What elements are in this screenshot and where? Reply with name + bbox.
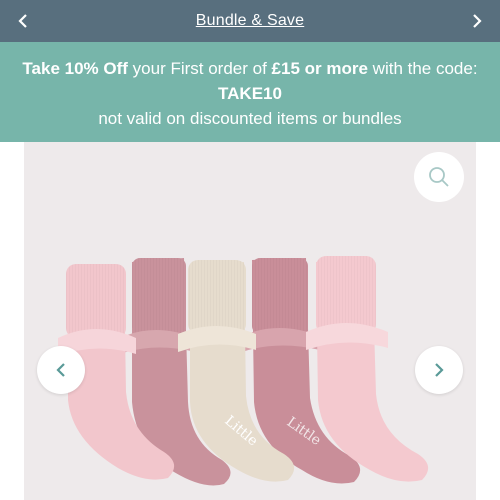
chevron-right-icon — [473, 14, 482, 28]
promo-discount: Take 10% Off — [22, 59, 128, 78]
gallery-prev-button[interactable] — [37, 346, 85, 394]
announcement-title-link[interactable]: Bundle & Save — [196, 12, 304, 30]
promo-line: Take 10% Off your First order of £15 or … — [0, 56, 500, 106]
search-icon — [429, 167, 449, 187]
chevron-left-icon — [18, 14, 27, 28]
promo-threshold: £15 or more — [271, 59, 368, 78]
promo-subtext: not valid on discounted items or bundles — [98, 109, 402, 128]
promo-banner: Take 10% Off your First order of £15 or … — [0, 42, 500, 142]
announcement-next-button[interactable] — [456, 0, 498, 42]
announcement-bar: Bundle & Save — [0, 0, 500, 42]
chevron-right-icon — [435, 363, 444, 377]
announcement-prev-button[interactable] — [2, 0, 44, 42]
promo-text-1: your First order of — [127, 59, 272, 78]
chevron-left-icon — [56, 363, 65, 377]
product-image[interactable]: Little Little — [24, 142, 476, 500]
zoom-button[interactable] — [414, 152, 464, 202]
promo-code: TAKE10 — [218, 84, 282, 103]
gallery-next-button[interactable] — [415, 346, 463, 394]
promo-text-2: with the code: — [367, 59, 478, 78]
